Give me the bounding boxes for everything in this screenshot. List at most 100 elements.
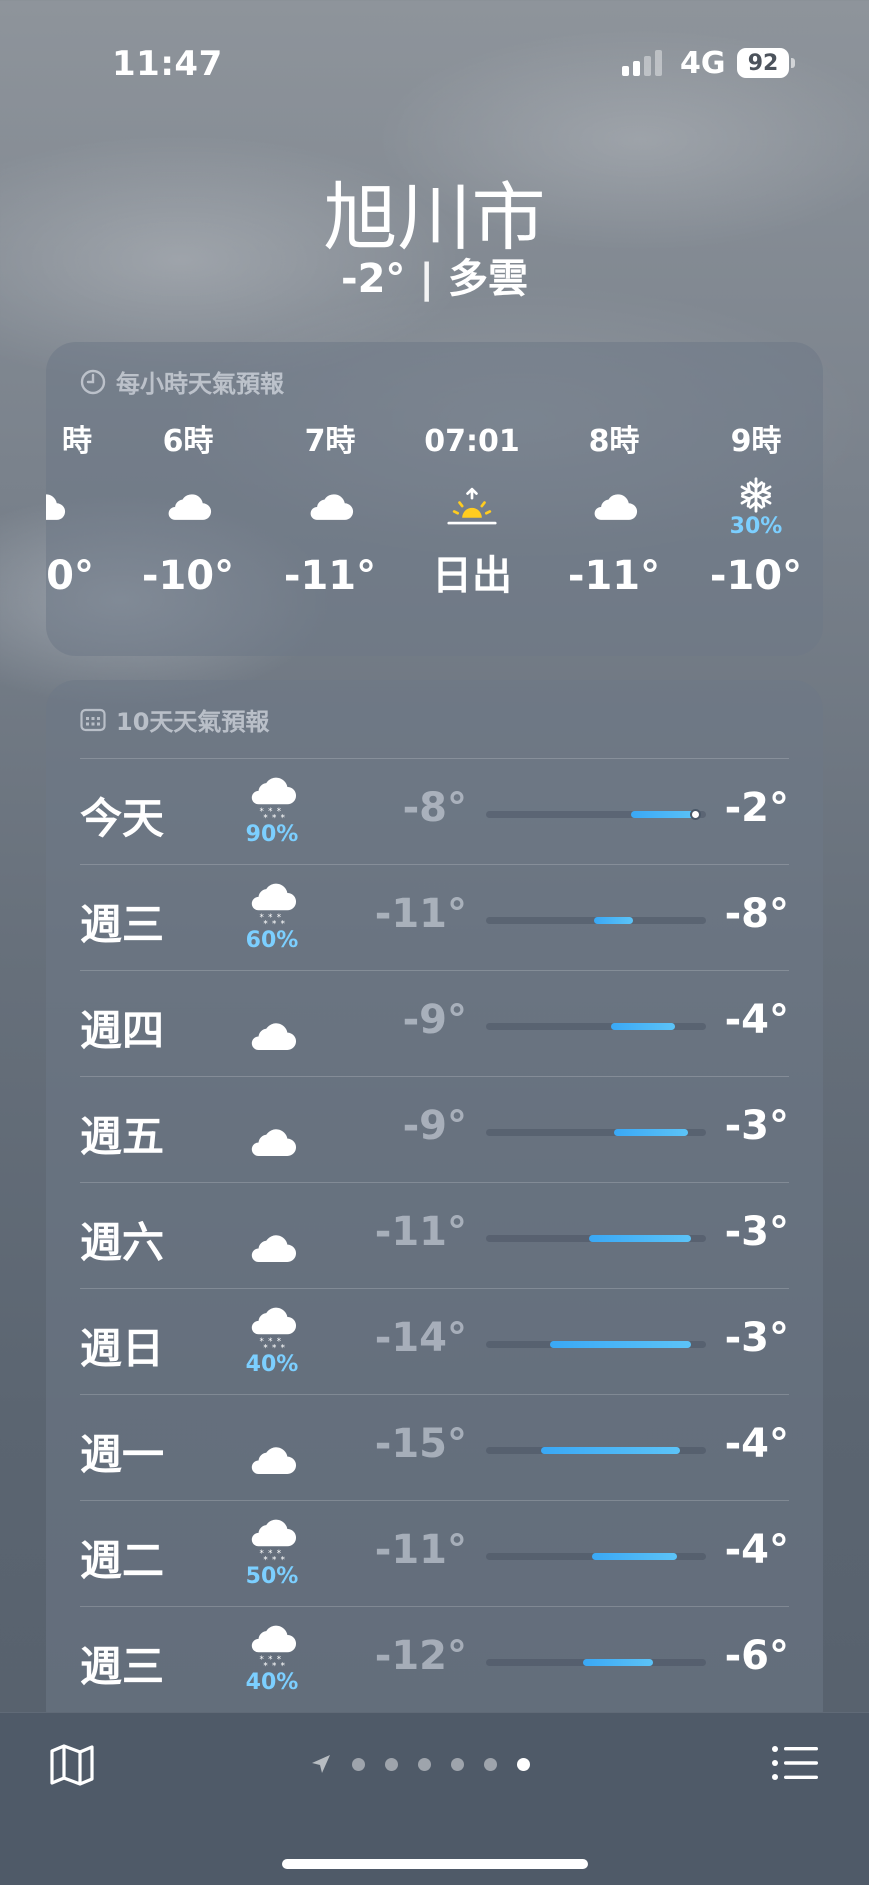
day-high: -8° [724,891,789,937]
cloud-snow-light-icon: * * ** * * [251,1519,297,1564]
cloud-icon [46,494,65,520]
calendar-icon [80,708,106,731]
day-name: 週二 [80,1536,165,1585]
day-low: -11° [374,891,467,937]
hourly-item: 9時 30% -10° [686,422,823,600]
current-summary: -2° | 多雲 [0,246,869,304]
hour-icon-wrap: 30% [686,462,823,552]
cloud-icon [168,494,212,520]
hour-label: 07:01 [424,424,520,459]
page-dot[interactable] [517,1757,530,1771]
snow-cloud-icon: * * ** * * [251,777,297,822]
page-indicator[interactable] [310,1753,530,1775]
hour-icon-wrap [544,462,684,552]
day-name: 週一 [80,1430,165,1479]
day-row[interactable]: 週四 -9° -4° [80,970,789,1077]
day-high: -3° [724,1103,789,1149]
snow-cloud-icon: * * ** * * [251,1307,297,1352]
location-arrow-icon[interactable] [310,1753,332,1775]
temp-range-track [486,917,706,924]
city-list-button[interactable] [770,1743,820,1783]
page-dot[interactable] [451,1757,464,1771]
temp-range-track [486,809,706,820]
day-name: 週三 [80,900,165,949]
hour-label: 時 [62,424,92,459]
precip-chance: 30% [729,513,783,539]
day-low: -9° [402,997,467,1043]
day-icon-wrap [232,1099,312,1185]
status-time: 11:47 [112,44,223,84]
temp-range-track [486,1553,706,1560]
temp-range-track [486,1235,706,1242]
day-row[interactable]: 週五 -9° -3° [80,1076,789,1183]
hour-label: 9時 [730,424,782,459]
day-name: 週五 [80,1112,165,1161]
day-high: -4° [724,1421,789,1467]
page-dot[interactable] [352,1757,365,1771]
day-row[interactable]: 週三 * * * * * * 40% -12° -6° [80,1606,789,1713]
day-row[interactable]: 週二 * * * * * * 50% -11° -4° [80,1500,789,1607]
svg-text:*: * [281,920,286,928]
cloud-icon [251,1446,297,1474]
temp-range-bar [582,1659,654,1666]
day-low: -14° [374,1315,467,1361]
daily-title: 10天天氣預報 [116,708,270,736]
day-name: 週三 [80,1642,165,1691]
day-row[interactable]: 週六 -11° -3° [80,1182,789,1289]
svg-text:*: * [263,920,268,928]
status-bar: 11:47 4G 92 [0,0,869,120]
cellular-signal-icon [622,50,662,76]
daily-forecast-card[interactable]: 10天天氣預報 今天 * * * * * * 90% -8° -2° 週三 * * * * * * 60% -11°… [46,680,823,1740]
hour-icon-wrap [260,462,400,552]
map-icon [50,1744,94,1786]
day-name: 今天 [80,794,165,843]
day-row[interactable]: 今天 * * * * * * 90% -8° -2° [80,758,789,865]
daily-header: 10天天氣預報 [80,702,269,737]
temp-range-bar [589,1235,691,1242]
hour-icon-wrap [118,462,258,552]
temp-range-track [486,1659,706,1666]
day-low: -15° [374,1421,467,1467]
page-dot[interactable] [484,1757,497,1771]
day-icon-wrap [232,993,312,1079]
list-icon [772,1746,818,1780]
hourly-title: 每小時天氣預報 [116,370,284,398]
hourly-forecast-card[interactable]: 每小時天氣預報 時 0° 6時 -10° 7時 -11° 07:01 日出 8時 -11° 9時 30… [46,342,823,656]
svg-text:*: * [272,1662,277,1670]
battery-icon: 92 [737,48,789,78]
temp-range-bar [593,917,634,924]
temp-range-bar [611,1023,676,1030]
day-high: -6° [724,1633,789,1679]
page-dot[interactable] [385,1757,398,1771]
battery-nub [791,58,795,68]
day-icon-wrap: * * * * * * 40% [232,1299,312,1385]
day-row[interactable]: 週一 -15° -4° [80,1394,789,1501]
clock-icon [80,369,106,394]
hour-label: 7時 [304,424,356,459]
day-row[interactable]: 週三 * * * * * * 60% -11° -8° [80,864,789,971]
temp-range-bar [541,1447,680,1454]
day-high: -4° [724,1527,789,1573]
sunrise-icon [447,487,497,525]
svg-text:*: * [281,1662,286,1670]
day-row[interactable]: 週日 * * * * * * 40% -14° -3° [80,1288,789,1395]
current-temp: -2° [340,256,406,302]
page-dot[interactable] [418,1757,431,1771]
svg-text:*: * [263,814,268,822]
snow-cloud-icon: * * ** * * [251,883,297,928]
page-dots[interactable] [352,1757,530,1771]
cloud-icon [251,1128,297,1156]
day-icon-wrap: * * * * * * 40% [232,1617,312,1703]
day-name: 週六 [80,1218,165,1267]
temp-range-track [486,1129,706,1136]
svg-text:*: * [272,814,277,822]
map-button[interactable] [48,1741,96,1789]
hour-temp: -10° [709,553,803,599]
svg-text:*: * [263,1556,268,1564]
precip-chance: 40% [245,1352,299,1377]
temp-range-track [486,1023,706,1030]
temp-range-bar [591,1553,678,1560]
cloud-icon [594,494,638,520]
hourly-scroll[interactable]: 時 0° 6時 -10° 7時 -11° 07:01 日出 8時 -11° 9時 30% -10° [46,422,823,642]
day-low: -12° [374,1633,467,1679]
